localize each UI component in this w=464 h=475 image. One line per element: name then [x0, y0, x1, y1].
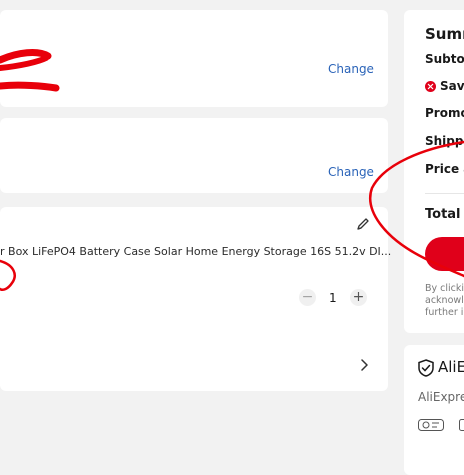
chevron-right-icon[interactable]	[359, 359, 369, 371]
buyer-protection-card: AliEx AliExpres	[404, 345, 464, 475]
buyer-protection-title: AliEx	[438, 358, 464, 376]
quantity-increase-button[interactable]: +	[350, 289, 367, 306]
payment-method-card: Change	[0, 118, 388, 193]
buyer-protection-subtitle: AliExpres	[418, 390, 464, 404]
change-payment-link[interactable]: Change	[328, 165, 374, 179]
total-label: Total	[425, 207, 461, 222]
place-order-button[interactable]	[425, 237, 464, 271]
red-circle-annotation	[0, 259, 20, 295]
disclaimer-line-3: further in	[425, 307, 464, 318]
shipping-address-card: Change	[0, 10, 388, 107]
payment-badge-icon	[459, 419, 464, 431]
summary-divider	[425, 193, 464, 194]
red-scribble-redaction	[0, 48, 70, 108]
shipping-label: Shippi	[425, 134, 464, 148]
shield-check-icon	[418, 359, 434, 377]
savings-label: Save	[440, 79, 464, 93]
order-summary-card: Summ Subtota Save Promo c Shippi Price a…	[404, 10, 464, 333]
payment-badge-icon	[418, 419, 444, 431]
change-address-link[interactable]: Change	[328, 62, 374, 76]
quantity-decrease-button[interactable]: −	[299, 289, 316, 306]
product-title[interactable]: r Box LiFePO4 Battery Case Solar Home En…	[0, 245, 391, 258]
disclaimer-line-1: By clickin	[425, 283, 464, 294]
quantity-value[interactable]: 1	[329, 291, 337, 305]
savings-icon	[425, 81, 436, 92]
summary-title: Summ	[425, 25, 464, 43]
price-adjustment-label: Price ad	[425, 162, 464, 176]
edit-icon[interactable]	[356, 217, 370, 231]
disclaimer-line-2: acknowle	[425, 295, 464, 306]
subtotal-label: Subtota	[425, 52, 464, 66]
product-card: r Box LiFePO4 Battery Case Solar Home En…	[0, 207, 388, 391]
promo-code-label[interactable]: Promo c	[425, 106, 464, 120]
